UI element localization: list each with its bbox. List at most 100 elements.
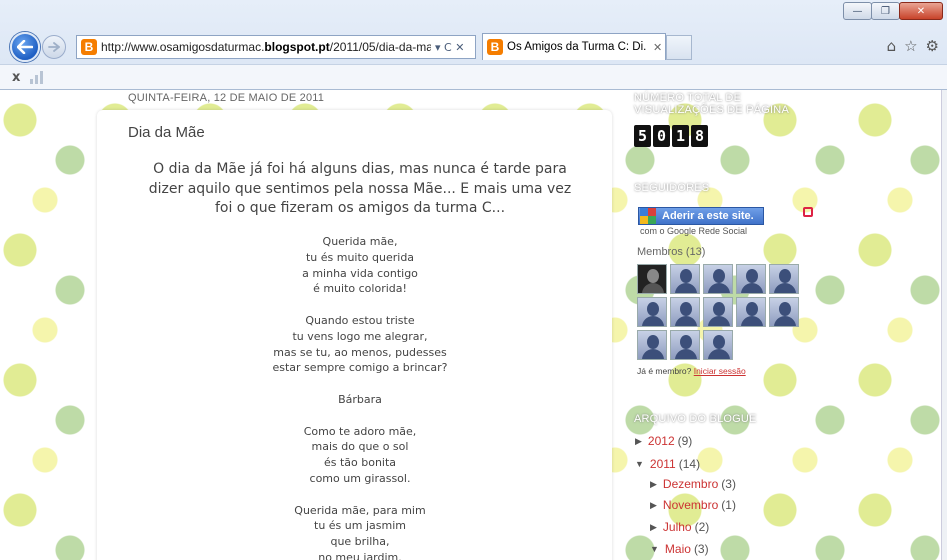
- follow-subtext: com o Google Rede Social: [640, 226, 748, 236]
- url-domain: blogspot.pt: [264, 40, 330, 54]
- poem-line: é muito colorida!: [313, 282, 407, 296]
- follow-button-label: Aderir a este site.: [662, 210, 754, 222]
- archive-link[interactable]: Julho: [663, 520, 692, 534]
- command-bar: x: [0, 64, 947, 89]
- member-avatar[interactable]: [670, 330, 700, 360]
- archive-link[interactable]: 2011: [650, 457, 676, 471]
- archive-count: (1): [721, 498, 736, 512]
- login-link[interactable]: Iniciar sessão: [694, 366, 746, 376]
- collapsed-triangle-icon[interactable]: ▶: [650, 479, 657, 490]
- archive-item[interactable]: ▶ Julho (2): [650, 520, 709, 534]
- poem-line: no meu jardim.: [318, 550, 402, 560]
- archive-count: (9): [677, 434, 693, 448]
- followers-heading: SEGUIDORES: [634, 182, 710, 194]
- poem-line: Bárbara: [338, 392, 382, 406]
- collapsed-triangle-icon[interactable]: ▶: [650, 500, 657, 511]
- member-avatar[interactable]: [637, 330, 667, 360]
- poem-line: mais do que o sol: [311, 440, 409, 454]
- archive-link[interactable]: Novembro: [663, 498, 718, 512]
- poem-line: Querida mãe, para mim: [294, 503, 426, 517]
- url-suffix: /2011/05/dia-da-mae.h: [329, 40, 431, 54]
- tab-title: Os Amigos da Turma C: Di...: [507, 41, 647, 53]
- member-avatar[interactable]: [703, 264, 733, 294]
- back-button[interactable]: [10, 32, 40, 62]
- views-heading: NÚMERO TOTAL DE VISUALIZAÇÕES DE PÁGINA: [634, 92, 789, 116]
- poem-line: como um girassol.: [309, 471, 411, 485]
- maximize-button[interactable]: ❐: [871, 2, 900, 20]
- vertical-scrollbar[interactable]: [941, 90, 947, 560]
- archive-item[interactable]: ▶ Novembro (1): [650, 498, 736, 512]
- new-tab-button[interactable]: [666, 35, 692, 60]
- collapsed-triangle-icon[interactable]: ▶: [650, 522, 657, 533]
- tab-close-icon[interactable]: ✕: [653, 41, 662, 54]
- post-date: QUINTA-FEIRA, 12 DE MAIO DE 2011: [128, 92, 325, 104]
- member-avatar[interactable]: [736, 297, 766, 327]
- home-icon[interactable]: ⌂: [887, 37, 897, 55]
- members-grid: [637, 264, 807, 360]
- tab-active[interactable]: B Os Amigos da Turma C: Di... ✕: [482, 33, 666, 60]
- archive-item[interactable]: ▼ Maio (3): [650, 542, 709, 556]
- toolbar-icons: ⌂ ☆ ⚙: [887, 37, 939, 55]
- archive-link[interactable]: Maio: [665, 542, 691, 556]
- poem-line: [260, 297, 460, 313]
- favorites-star-icon[interactable]: ☆: [904, 37, 917, 55]
- post-poem: Querida mãe, tu és muito querida a minha v…: [260, 234, 460, 560]
- archive-link[interactable]: 2012: [648, 434, 675, 448]
- forward-arrow-icon: [48, 42, 60, 52]
- poem-line: tu és um jasmim: [314, 519, 406, 533]
- poem-line: Quando estou triste: [305, 313, 415, 327]
- post-title[interactable]: Dia da Mãe: [128, 124, 205, 141]
- archive-link[interactable]: Dezembro: [663, 477, 718, 491]
- expanded-triangle-icon[interactable]: ▼: [635, 459, 644, 469]
- member-avatar[interactable]: [769, 297, 799, 327]
- poem-line: Como te adoro mãe,: [303, 424, 417, 438]
- archive-item[interactable]: ▼ 2011 (14): [635, 457, 700, 471]
- close-window-button[interactable]: ✕: [899, 2, 943, 20]
- member-avatar[interactable]: [637, 297, 667, 327]
- counter-digit: 5: [634, 125, 651, 147]
- archive-item[interactable]: ▶ Dezembro (3): [650, 477, 736, 491]
- command-close-icon[interactable]: x: [12, 70, 20, 85]
- address-bar[interactable]: B http://www.osamigosdaturmac.blogspot.p…: [76, 35, 476, 59]
- member-question: Já é membro? Iniciar sessão: [637, 366, 746, 376]
- poem-line: tu és muito querida: [305, 250, 415, 264]
- browser-chrome: — ❐ ✕ B http://www.osamigosdaturmac.blog…: [0, 0, 947, 90]
- follow-button[interactable]: Aderir a este site.: [638, 207, 764, 225]
- member-avatar[interactable]: [670, 297, 700, 327]
- member-avatar[interactable]: [670, 264, 700, 294]
- poem-line: [260, 376, 460, 392]
- views-counter: 5018: [634, 125, 708, 147]
- counter-digit: 0: [653, 125, 670, 147]
- post-intro: O dia da Mãe já foi há alguns dias, mas …: [148, 161, 572, 216]
- members-title[interactable]: Membros (13): [637, 246, 705, 258]
- google-friend-connect-icon: [640, 208, 656, 224]
- address-url[interactable]: http://www.osamigosdaturmac.blogspot.pt/…: [101, 40, 431, 54]
- member-avatar[interactable]: [703, 297, 733, 327]
- poem-line: [260, 487, 460, 503]
- minimize-button[interactable]: —: [843, 2, 872, 20]
- member-avatar[interactable]: [703, 330, 733, 360]
- collapsed-triangle-icon[interactable]: ▶: [635, 436, 642, 447]
- popout-icon[interactable]: [803, 207, 813, 217]
- tab-favicon-icon: B: [487, 39, 503, 55]
- member-avatar[interactable]: [736, 264, 766, 294]
- gear-icon[interactable]: ⚙: [926, 37, 939, 55]
- member-avatar[interactable]: [637, 264, 667, 294]
- url-prefix: http://www.osamigosdaturmac.: [101, 40, 265, 54]
- member-avatar[interactable]: [769, 264, 799, 294]
- address-controls[interactable]: ▾ C ✕: [435, 41, 464, 54]
- poem-line: mas se tu, ao menos, pudesses: [273, 345, 447, 359]
- archive-count: (2): [694, 520, 710, 534]
- forward-button[interactable]: [42, 35, 66, 59]
- poem-line: tu vens logo me alegrar,: [292, 329, 428, 343]
- poem-line: estar sempre comigo a brincar?: [272, 361, 448, 375]
- poem-line: que brilha,: [330, 535, 390, 549]
- expanded-triangle-icon[interactable]: ▼: [650, 544, 659, 554]
- archive-item[interactable]: ▶ 2012 (9): [635, 434, 692, 448]
- member-question-text: Já é membro?: [637, 366, 692, 376]
- counter-digit: 8: [691, 125, 708, 147]
- blogger-favicon-icon: B: [81, 39, 97, 55]
- poem-line: [260, 408, 460, 424]
- poem-line: a minha vida contigo: [302, 266, 418, 280]
- counter-digit: 1: [672, 125, 689, 147]
